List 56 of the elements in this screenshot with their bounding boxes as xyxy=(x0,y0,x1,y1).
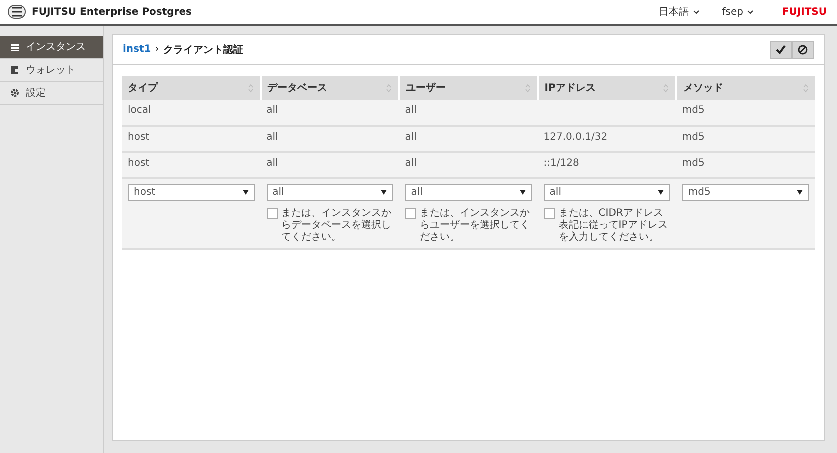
menu-icon[interactable] xyxy=(8,5,26,19)
gear-icon xyxy=(10,88,20,98)
column-header[interactable]: ユーザー xyxy=(399,76,538,100)
checkbox-label: または、インスタンスからデータベースを選択してください。 xyxy=(282,208,393,244)
app-title: FUJITSU Enterprise Postgres xyxy=(32,6,192,18)
sort-icon xyxy=(663,84,670,92)
table-cell: all xyxy=(399,126,538,152)
chevron-down-icon xyxy=(747,10,754,14)
column-header[interactable]: タイプ xyxy=(122,76,261,100)
table-cell: host xyxy=(122,126,261,152)
dropdown[interactable]: all xyxy=(266,184,394,201)
breadcrumb-separator: › xyxy=(155,44,160,55)
table-cell: md5 xyxy=(676,100,815,126)
checkbox[interactable] xyxy=(405,208,416,219)
chevron-down-icon xyxy=(693,10,700,14)
table-cell: md5 xyxy=(676,152,815,178)
table-cell: all xyxy=(260,126,400,152)
dropdown[interactable]: all xyxy=(544,184,670,201)
table-cell: all xyxy=(399,100,538,126)
caret-icon xyxy=(381,190,388,195)
checkbox[interactable] xyxy=(266,208,278,219)
check-icon xyxy=(776,45,786,54)
cancel-button[interactable] xyxy=(792,40,814,58)
sort-icon xyxy=(386,84,392,92)
language-menu[interactable]: 日本語 xyxy=(651,5,708,19)
column-header[interactable]: IPアドレス xyxy=(538,76,676,100)
checkbox-label: または、インスタンスからユーザーを選択してください。 xyxy=(420,208,532,244)
sort-icon xyxy=(248,84,254,92)
caret-icon xyxy=(242,190,249,195)
sort-icon xyxy=(803,84,809,92)
prohibited-icon xyxy=(798,44,808,54)
dropdown[interactable]: md5 xyxy=(682,184,809,201)
confirm-button[interactable] xyxy=(770,40,792,58)
table-cell: local xyxy=(122,100,261,126)
table-cell: md5 xyxy=(676,126,815,152)
column-header[interactable]: メソッド xyxy=(676,76,815,100)
caret-icon xyxy=(658,190,664,195)
breadcrumb-link[interactable]: inst1 xyxy=(123,44,152,55)
user-menu[interactable]: fsep xyxy=(714,6,762,18)
table-cell: 127.0.0.1/32 xyxy=(538,126,676,152)
logo: FUJITSU xyxy=(782,6,827,18)
table-cell: host xyxy=(122,152,261,178)
table-cell: all xyxy=(260,100,400,126)
checkbox[interactable] xyxy=(544,208,555,219)
table-cell: all xyxy=(399,152,538,178)
table-cell: ::1/128 xyxy=(538,152,676,178)
caret-icon xyxy=(797,190,803,195)
dropdown[interactable]: all xyxy=(405,184,532,201)
page-title: クライアント認証 xyxy=(163,44,244,56)
sort-icon xyxy=(524,84,531,92)
checkbox-label: または、CIDRアドレス表記に従ってIPアドレスを入力してください。 xyxy=(558,208,669,244)
caret-icon xyxy=(520,190,526,195)
column-header[interactable]: データベース xyxy=(260,76,400,100)
sidebar-item[interactable]: インスタンス xyxy=(0,36,103,59)
dropdown[interactable]: host xyxy=(128,184,255,201)
table-cell: all xyxy=(260,152,400,178)
